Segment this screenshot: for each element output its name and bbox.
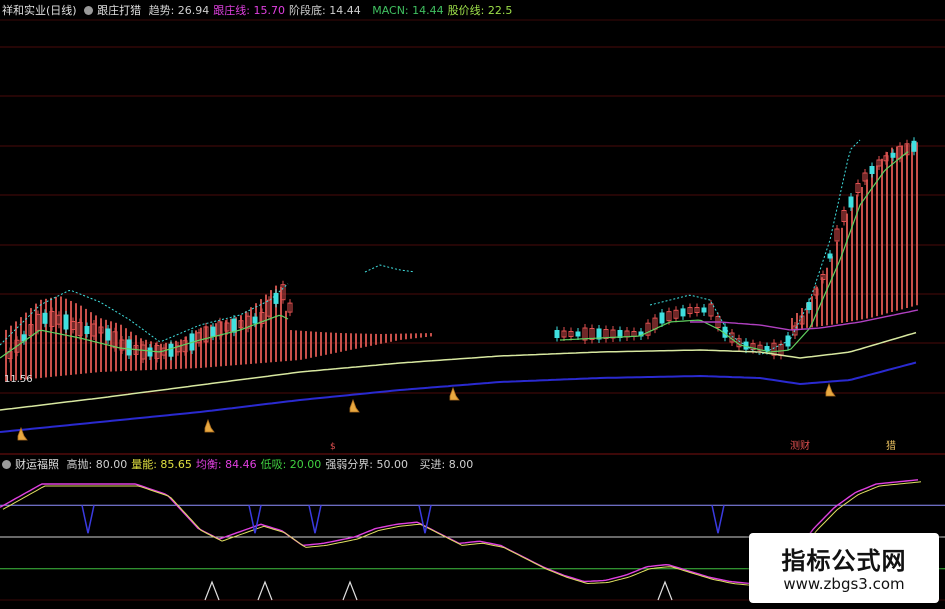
candle-body bbox=[659, 312, 665, 324]
signal-mark: $ bbox=[330, 442, 336, 452]
main-indicator-name: 跟庄打猎 bbox=[97, 4, 142, 17]
main-indicator-values: 趋势: 26.94 跟庄线: 15.70 阶段底: 14.44 MACN: 14.4… bbox=[149, 4, 517, 17]
hand-pointer-icon bbox=[349, 398, 360, 413]
candle-body bbox=[126, 339, 132, 356]
sub-header-value-5 bbox=[412, 458, 416, 471]
candle-body bbox=[764, 346, 770, 351]
trend-blue-line bbox=[0, 361, 917, 433]
candle-body bbox=[911, 140, 917, 152]
ma-cyan-dotted-line bbox=[649, 139, 861, 356]
sub-header-value-3: 低吸: 20.00 bbox=[260, 458, 322, 471]
sub-header-value-6: 买进: 8.00 bbox=[419, 458, 474, 471]
candle-body bbox=[575, 331, 581, 337]
sell-signal-spike bbox=[81, 505, 95, 534]
candle-body bbox=[168, 343, 174, 357]
sub-header-value-1: 量能: 85.65 bbox=[131, 458, 192, 471]
watermark-title: 指标公式网 bbox=[781, 547, 907, 575]
sell-signal-spike bbox=[711, 505, 725, 534]
hand-pointer-icon bbox=[204, 418, 215, 433]
main-gridlines bbox=[0, 19, 945, 601]
candle-body bbox=[680, 308, 686, 317]
stock-title: 祥和实业(日线) bbox=[2, 4, 77, 17]
candle-body bbox=[42, 312, 48, 324]
main-header-value-1: 跟庄线: 15.70 bbox=[213, 4, 285, 17]
candle-body bbox=[701, 307, 707, 313]
hand-pointer-icon bbox=[825, 382, 836, 397]
ma-cyan-dotted-line bbox=[364, 264, 414, 273]
candle-body bbox=[554, 330, 560, 338]
candle-body bbox=[869, 166, 875, 174]
signal-label: 测财 bbox=[790, 439, 810, 452]
sub-header-value-4: 强弱分界: 50.00 bbox=[325, 458, 409, 471]
candle-body bbox=[890, 152, 896, 158]
main-header-value-4: MACN: 14.44 bbox=[372, 4, 444, 17]
signal-label: 猎 bbox=[886, 439, 896, 452]
sub-indicator-values: 高抛: 80.00 量能: 85.65 均衡: 84.46 低吸: 20.00 强弱分界… bbox=[67, 458, 478, 471]
buy-signal-triangle bbox=[342, 580, 358, 601]
main-header-value-2: 阶段底: 14.44 bbox=[289, 4, 361, 17]
candle-body bbox=[231, 318, 237, 333]
candle-body bbox=[273, 292, 279, 304]
sell-signal-spike bbox=[308, 505, 322, 534]
candle-body bbox=[105, 328, 111, 341]
candle-body bbox=[848, 196, 854, 208]
candle-body bbox=[827, 253, 833, 259]
sub-header-value-2: 均衡: 84.46 bbox=[195, 458, 257, 471]
sub-indicator-name: 财运福照 bbox=[15, 458, 59, 471]
candle-body bbox=[147, 347, 153, 357]
main-header-value-5: 股价线: 22.5 bbox=[447, 4, 513, 17]
price-axis-label: 11.56 bbox=[4, 374, 33, 385]
ma-green-line bbox=[559, 151, 909, 353]
main-price-panel: $ 测财 猎 11.56 bbox=[0, 137, 919, 452]
stock-chart: $ 测财 猎 11.56 bbox=[0, 19, 945, 601]
main-header-value-3 bbox=[365, 4, 369, 17]
buy-signal-triangle bbox=[657, 580, 673, 601]
candle-body bbox=[84, 326, 90, 334]
candle-body bbox=[63, 314, 69, 330]
indicator-toggle-icon[interactable] bbox=[84, 6, 94, 15]
watermark-logo: 指标公式网 www.zbgs3.com bbox=[749, 533, 939, 603]
candle-body bbox=[210, 326, 216, 337]
buy-signal-triangle bbox=[257, 580, 273, 601]
candle-body bbox=[806, 302, 812, 310]
indicator-toggle-icon[interactable] bbox=[2, 460, 11, 469]
main-indicator-header: 祥和实业(日线) 跟庄打猎 趋势: 26.94 跟庄线: 15.70 阶段底: 14… bbox=[2, 4, 520, 18]
buy-signal-triangle bbox=[204, 580, 220, 601]
candle-body bbox=[252, 316, 258, 324]
main-header-value-0: 趋势: 26.94 bbox=[148, 4, 210, 17]
hand-pointer-icon bbox=[449, 386, 460, 401]
sub-header-value-0: 高抛: 80.00 bbox=[66, 458, 128, 471]
sub-indicator-header: 财运福照 高抛: 80.00 量能: 85.65 均衡: 84.46 低吸: 20.0… bbox=[2, 458, 481, 472]
watermark-url: www.zbgs3.com bbox=[783, 575, 905, 593]
